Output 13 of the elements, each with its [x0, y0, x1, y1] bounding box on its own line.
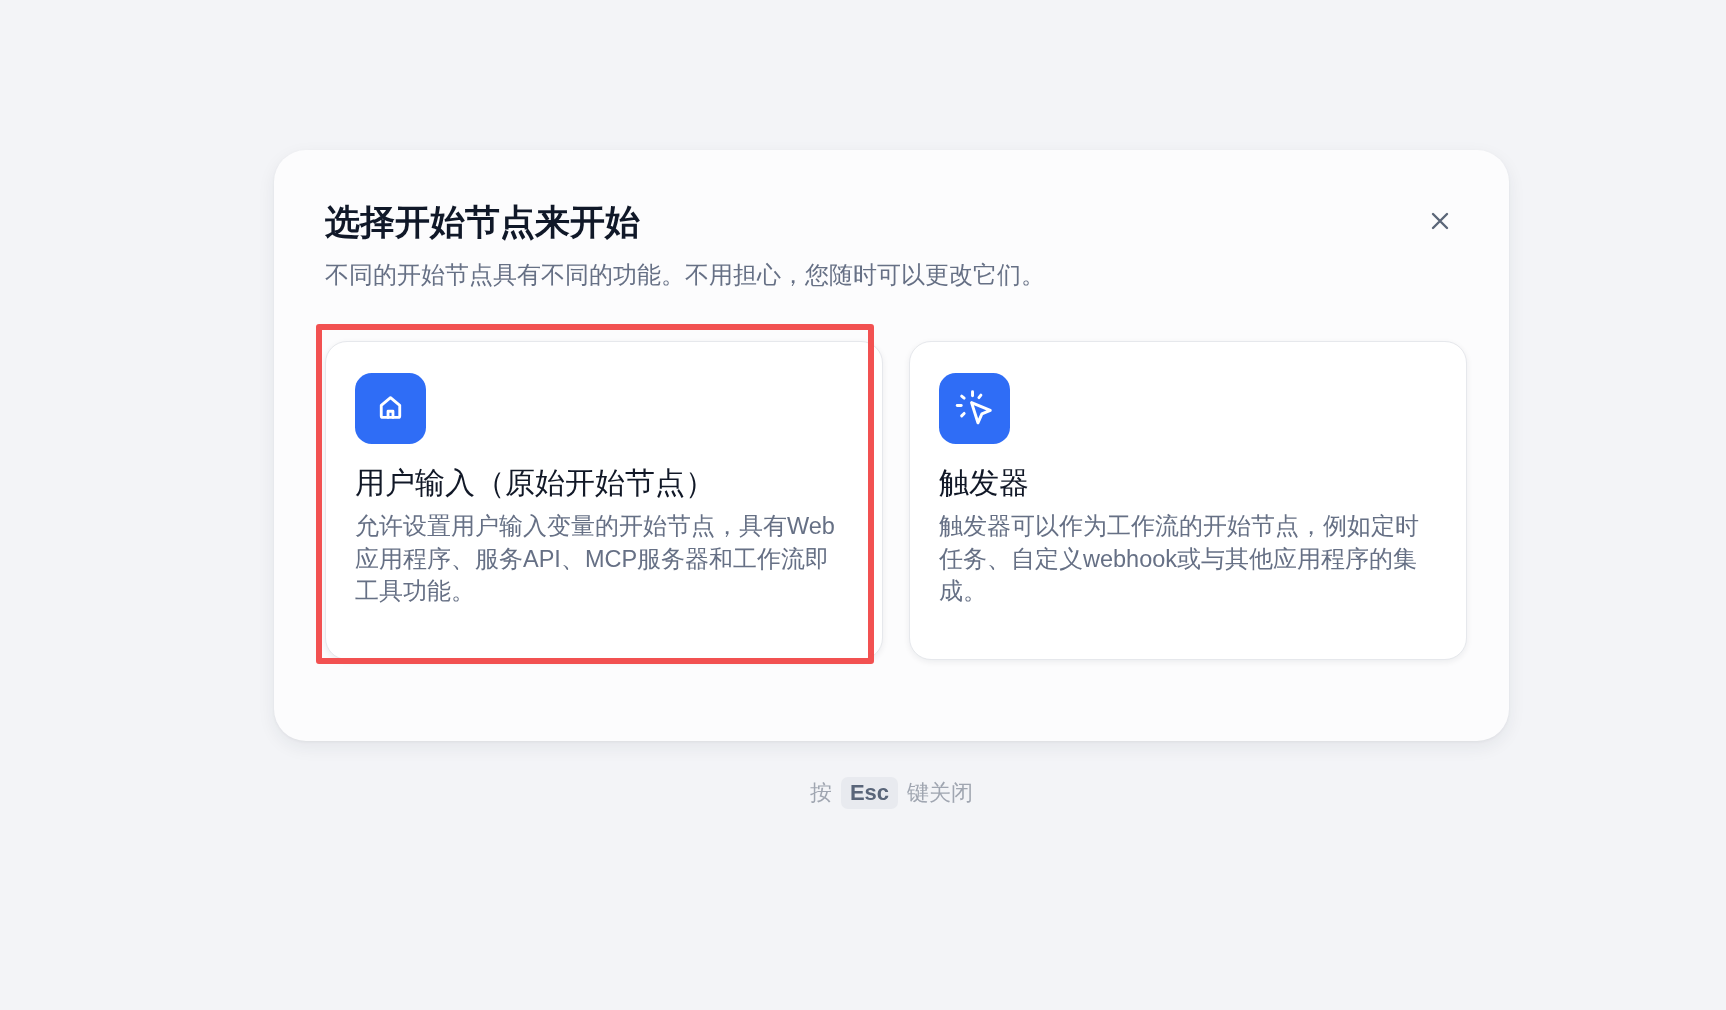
card-description: 触发器可以作为工作流的开始节点，例如定时任务、自定义webhook或与其他应用程序的集成。 — [939, 512, 1420, 606]
hint-text: 按 — [809, 779, 832, 807]
card-description: 允许设置用户输入变量的开始节点，具有Web应用程序、服务API、MCP服务器和工作流即工具功能。 — [355, 512, 836, 606]
card-title: 用户输入（原始开始节点） — [355, 465, 716, 501]
key-label: Esc — [840, 777, 899, 809]
dialog-subtitle: 不同的开始节点具有不同的功能。不用担心，您随时可以更改它们。 — [325, 261, 1045, 290]
home-icon — [355, 373, 426, 444]
start-node-card[interactable]: 触发器 触发器可以作为工作流的开始节点，例如定时任务、自定义webhook或与其他应用程序的集成。 — [909, 341, 1467, 660]
cursor-click-icon — [939, 373, 1010, 444]
hint-text: 键关闭 — [907, 779, 974, 807]
card-title: 触发器 — [939, 465, 1030, 501]
close-icon — [1431, 212, 1449, 230]
dialog-title: 选择开始节点来开始 — [325, 201, 641, 243]
